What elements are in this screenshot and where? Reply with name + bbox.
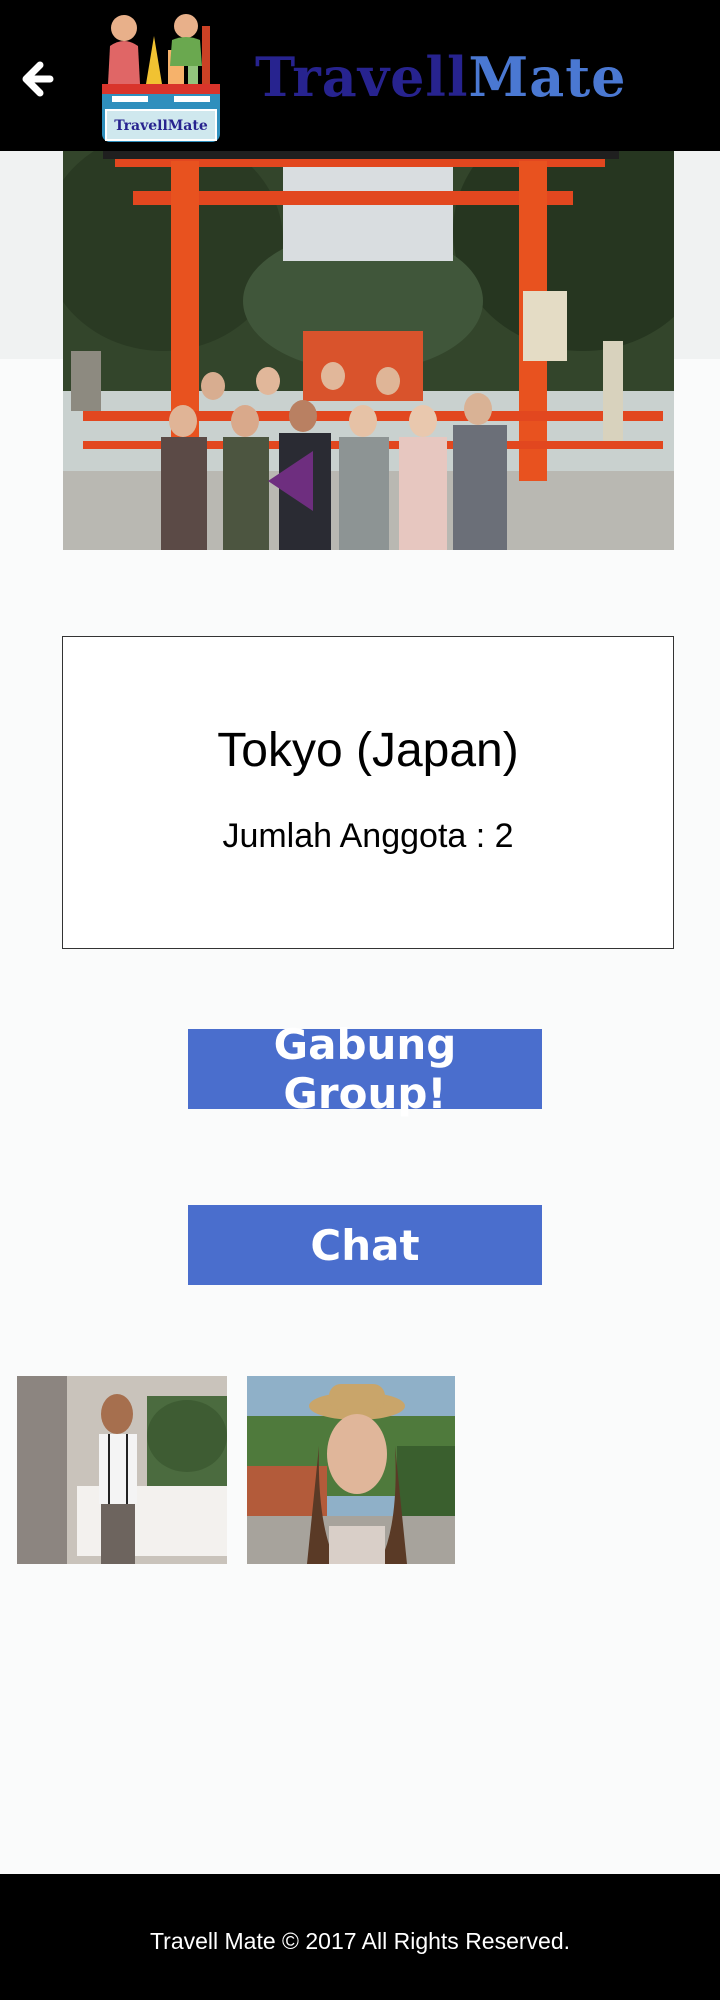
join-group-button[interactable]: Gabung Group! xyxy=(188,1020,542,1118)
brand-part-2: Mate xyxy=(468,45,627,109)
app-logo: TravellMate xyxy=(88,6,236,146)
member-avatar-2[interactable] xyxy=(247,1376,455,1564)
page-footer: Travell Mate © 2017 All Rights Reserved. xyxy=(0,1874,720,2000)
chat-button[interactable]: Chat xyxy=(188,1205,542,1285)
app-header: TravellMate TravellMate xyxy=(0,0,720,151)
logo-badge-text: TravellMate xyxy=(114,118,208,134)
group-hero-image xyxy=(43,111,713,550)
back-button[interactable] xyxy=(14,50,68,104)
app-brand-title: TravellMate xyxy=(255,38,627,116)
group-title: Tokyo (Japan) xyxy=(217,724,519,777)
footer-copyright: Travell Mate © 2017 All Rights Reserved. xyxy=(149,1927,571,1954)
member-count: Jumlah Anggota : 2 xyxy=(222,817,514,855)
group-info-card: Tokyo (Japan) Jumlah Anggota : 2 xyxy=(62,636,674,949)
arrow-left-icon xyxy=(22,61,54,97)
brand-part-1: Travell xyxy=(255,45,469,109)
member-avatar-1[interactable] xyxy=(17,1376,227,1564)
